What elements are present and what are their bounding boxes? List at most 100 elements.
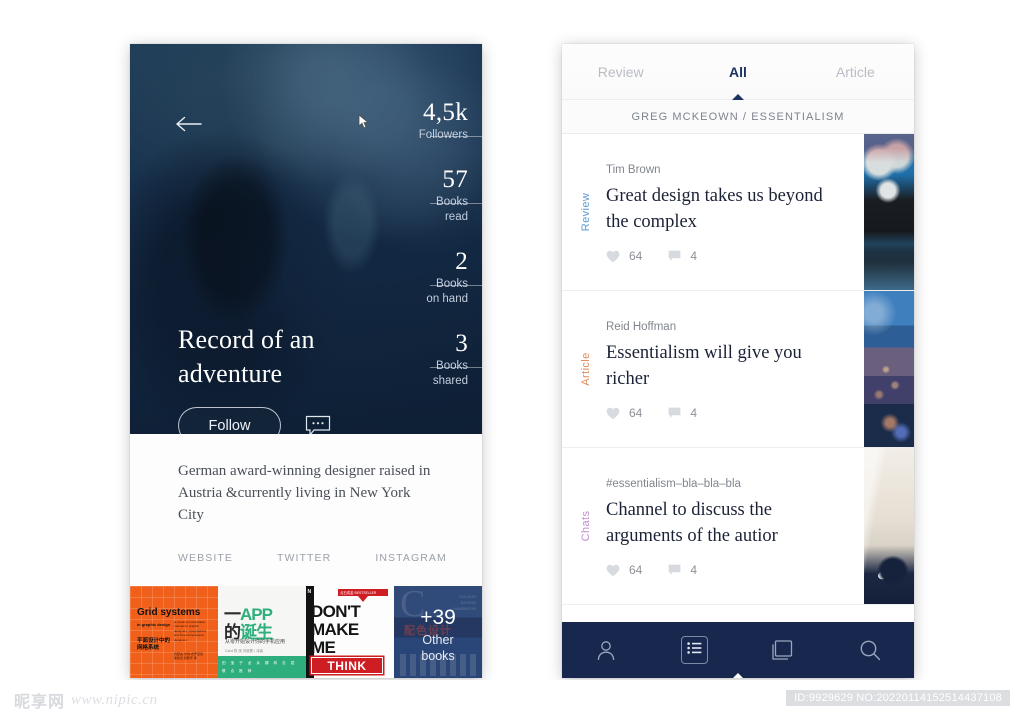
comment-count: 4 [690,563,698,577]
stat-label: Books on hand [426,278,468,305]
book3-line1: DON'T [311,602,361,621]
feed-card-review[interactable]: Review Tim Brown Great design takes us b… [562,134,914,291]
feed-card-article[interactable]: Article Reid Hoffman Essentialism will g… [562,291,914,448]
stat-rule [430,367,482,368]
feed-card-chats[interactable]: Chats #essentialism–bla–bla–bla Channel … [562,448,914,605]
site-watermark-logo: 昵享网 www.nipic.cn [14,688,158,712]
card-thumbnail [864,448,914,604]
book2-band: 田 宝 子 龙 兵 娜 林 志 斌 联 合 推 荐 [218,656,306,678]
follow-button[interactable]: Follow [178,407,281,434]
card-category-label: Review [580,192,592,232]
stat-followers: 4,5k Followers [312,98,482,143]
card-content: Tim Brown Great design takes us beyond t… [606,164,848,263]
comment-control[interactable]: 4 [668,249,697,263]
nav-profile[interactable] [562,622,650,678]
watermark-url-text: www.nipic.cn [71,691,158,708]
card-meta: 64 4 [606,406,848,420]
like-control[interactable]: 64 [606,406,642,420]
comment-control[interactable]: 4 [668,563,697,577]
comment-icon [668,250,681,261]
tab-active-indicator [732,94,744,100]
more-books-label-2: books [421,649,455,663]
stat-rule [430,285,482,286]
nav-search[interactable] [826,622,914,678]
book-cover-grid-systems[interactable]: Grid systems in graphic design 平面设计中的 网格系… [130,586,218,678]
book2-band-line2: 联 合 推 荐 [222,669,254,673]
stat-label: Books read [436,196,468,223]
card-category-label: Article [580,352,592,386]
page-title: Record of an adventure [178,325,315,388]
nav-active-indicator [732,673,744,678]
bottom-navigation [562,622,914,678]
stat-rule [430,136,482,137]
card-content: Reid Hoffman Essentialism will give you … [606,321,848,420]
card-author: Reid Hoffman [606,321,677,333]
book-cover-more-books[interactable]: C COLOURDESIGNHANDBOOK 配色设计 +39 Other bo… [394,586,482,678]
book1-blurb: A visual communication manual for graphi… [174,620,207,642]
nav-active-frame [680,636,708,664]
book2-band-line1: 田 宝 子 龙 兵 娜 林 志 斌 [222,661,297,665]
social-link-twitter[interactable]: TWITTER [277,552,331,564]
feed-tabs: Review All Article [562,44,914,100]
book-header: GREG MCKEOWN / ESSENTIALISM [562,100,914,134]
card-title: Essentialism will give you richer [606,343,802,389]
list-icon [686,642,701,654]
phone-profile-screen: 4,5k Followers 57 Books read 2 Books on ha… [130,44,482,678]
book4-overlay [394,586,482,678]
book3-ribbon: 点石成金 BESTSELLER [338,589,388,596]
like-count: 64 [629,249,643,263]
social-link-instagram[interactable]: INSTAGRAM [375,552,447,564]
stat-books-on-hand: 2 Books on hand [312,247,482,307]
social-link-website[interactable]: WEBSITE [178,552,233,564]
card-content: #essentialism–bla–bla–bla Channel to dis… [606,478,848,577]
card-meta: 64 4 [606,563,848,577]
card-thumbnail [864,291,914,447]
comment-count: 4 [690,406,698,420]
book3-line2: MAKE [311,620,359,639]
more-books-label-1: Other [422,633,454,647]
card-meta: 64 4 [606,249,848,263]
more-books-count: +39 [420,606,456,629]
comment-icon [668,564,681,575]
tab-all[interactable]: All [679,64,796,80]
book2-credit: Carol 陈 张 刘晓蕾丨译者 [225,649,264,653]
like-control[interactable]: 64 [606,563,642,577]
book3-line3: ME [311,638,336,657]
phone-feed-screen: Review All Article GREG MCKEOWN / ESSENT… [562,44,914,678]
card-category-label: Chats [580,510,592,542]
stat-value: 57 [442,166,468,193]
stat-value: 4,5k [423,99,468,126]
profile-hero: 4,5k Followers 57 Books read 2 Books on ha… [130,44,482,434]
book-covers-row: Grid systems in graphic design 平面设计中的 网格系… [130,114,482,678]
book-cover-app-birth[interactable]: 一APP 的诞生 从零开始设计你的手机应用 Carol 陈 张 刘晓蕾丨译者 田… [218,586,306,678]
heart-icon [606,250,620,262]
watermark-cn-text: 昵享网 [14,692,66,711]
heart-icon [606,564,620,576]
book3-spine-letter: N [307,589,312,595]
book-cover-dont-make-me-think[interactable]: N 点石成金 BESTSELLER DON'T MAKE ME THINK [306,586,394,678]
tab-review[interactable]: Review [562,64,679,80]
book2-subtitle: 从零开始设计你的手机应用 [225,639,286,645]
tab-article[interactable]: Article [797,64,914,80]
nav-library[interactable] [738,622,826,678]
person-icon [597,640,615,660]
like-count: 64 [629,563,643,577]
search-icon [860,640,881,661]
comment-control[interactable]: 4 [668,406,697,420]
heart-icon [606,407,620,419]
back-arrow-icon[interactable] [176,116,202,132]
nav-feed[interactable] [650,622,738,678]
stat-books-read: 57 Books read [312,165,482,225]
like-control[interactable]: 64 [606,249,642,263]
book3-line4: THINK [327,658,367,673]
book1-cn-title: 平面设计中的 网格系统 [137,638,171,651]
profile-bio-section: German award-winning designer raised in … [130,434,482,586]
stat-value: 2 [455,248,468,275]
cards-stack-icon [771,639,792,660]
card-author: Tim Brown [606,164,661,176]
like-count: 64 [629,406,643,420]
watermark-id-badge: ID:9929629 NO:20220114152514437108 [786,690,1010,706]
screenshot-canvas: 4,5k Followers 57 Books read 2 Books on ha… [0,0,1024,716]
chat-bubble-icon[interactable] [305,415,331,434]
card-title: Great design takes us beyond the complex [606,186,823,232]
